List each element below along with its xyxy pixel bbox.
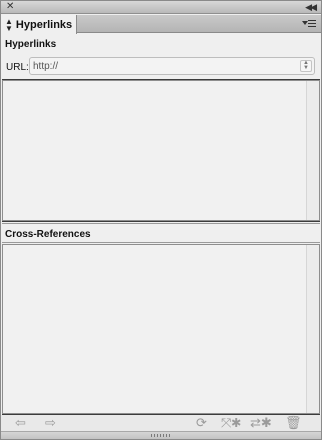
cross-references-scrollbar[interactable] xyxy=(306,245,319,413)
url-field[interactable] xyxy=(33,59,293,73)
go-to-source-icon[interactable]: ⇦ xyxy=(15,415,26,431)
middle-divider xyxy=(2,221,320,222)
close-icon[interactable]: ✕ xyxy=(6,1,14,13)
tab-hyperlinks[interactable]: ▲ ▼ Hyperlinks xyxy=(1,15,77,34)
hyperlinks-list[interactable] xyxy=(2,80,320,221)
create-cross-reference-icon[interactable]: ⇄✱ xyxy=(250,415,272,431)
url-label: URL: xyxy=(6,62,29,73)
delete-icon[interactable]: 🗑 xyxy=(285,415,302,431)
panel-toolbar: ⇦ ⇨ ⟳ ⤧✱ ⇄✱ 🗑 xyxy=(1,415,321,431)
cross-references-list[interactable] xyxy=(2,244,320,414)
double-chevron-icon[interactable]: ◀◀ xyxy=(305,1,317,13)
panel-titlebar: ✕ ◀◀ xyxy=(1,1,321,14)
go-to-destination-icon[interactable]: ⇨ xyxy=(45,415,56,431)
panel-menu-icon[interactable] xyxy=(302,18,316,29)
update-icon[interactable]: ⟳ xyxy=(196,415,207,431)
tab-row: ▲ ▼ Hyperlinks xyxy=(1,15,321,34)
hyperlinks-panel: ✕ ◀◀ ▲▼ Hyperlinks Hyperlinks URL: ▲▼ Cr… xyxy=(0,0,322,440)
create-hyperlink-icon[interactable]: ⤧✱ xyxy=(221,415,241,431)
cross-references-header: Cross-References xyxy=(2,223,320,243)
url-dropdown-arrows-icon[interactable]: ▲ ▼ xyxy=(300,60,312,72)
up-down-arrows-icon[interactable]: ▲ ▼ xyxy=(5,17,13,32)
tab-label: Hyperlinks xyxy=(15,18,73,31)
cross-references-heading: Cross-References xyxy=(5,229,91,240)
hyperlinks-heading: Hyperlinks xyxy=(5,39,57,50)
gripper-dots xyxy=(151,434,171,437)
resize-gripper[interactable] xyxy=(1,431,321,439)
hyperlinks-scrollbar[interactable] xyxy=(306,81,319,220)
url-combobox[interactable]: ▲▼ xyxy=(29,57,315,75)
